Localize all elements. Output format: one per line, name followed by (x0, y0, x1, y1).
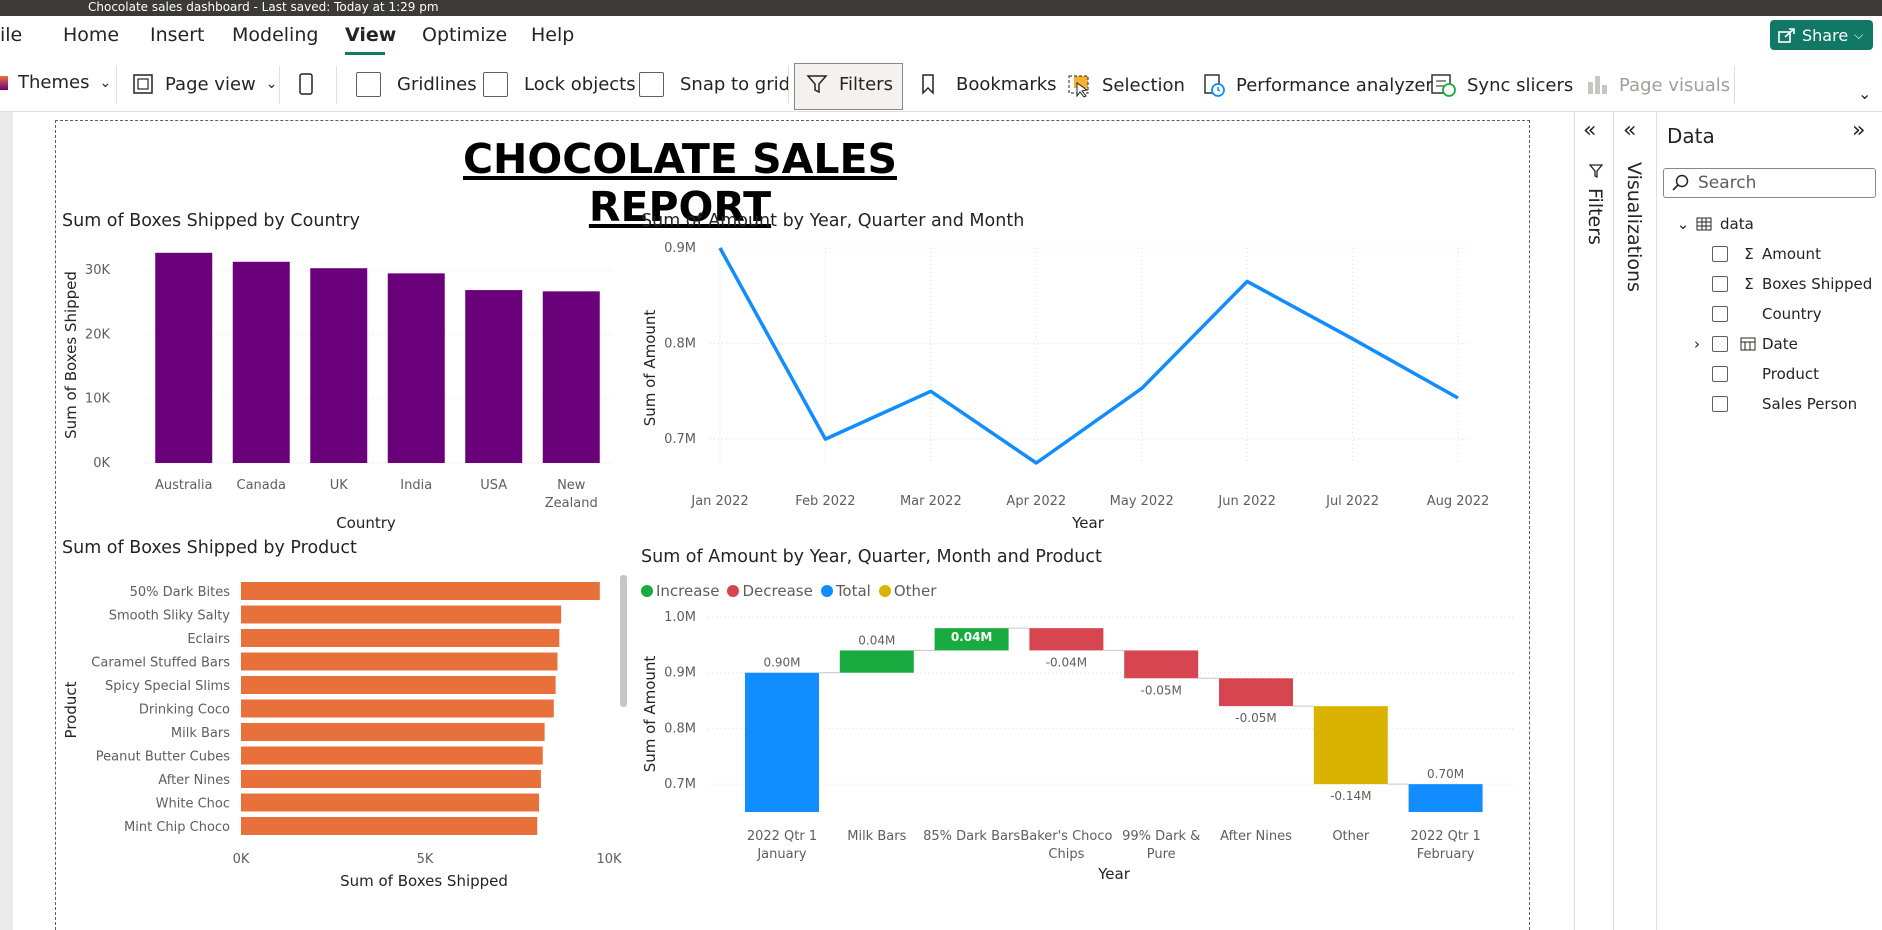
data-label: 0.04M (951, 630, 993, 644)
data-table-item[interactable]: ⌄ data (1674, 215, 1754, 233)
data-search-input[interactable]: Search (1663, 168, 1876, 198)
y-axis-title: Sum of Amount (641, 656, 659, 773)
x-tick-label: 2022 Qtr 1 (747, 829, 817, 844)
data-label: 0.90M (763, 656, 800, 670)
filters-pane[interactable]: « Filters (1574, 112, 1613, 930)
x-tick-label: Baker's Choco (1020, 829, 1112, 844)
data-label: -0.05M (1235, 711, 1276, 725)
field-checkbox[interactable] (1712, 276, 1728, 292)
data-label: -0.05M (1140, 683, 1181, 697)
x-tick-label: 85% Dark Bars (923, 829, 1020, 844)
data-table-label: data (1720, 215, 1754, 233)
data-pane-title: Data (1667, 124, 1715, 148)
field-checkbox[interactable] (1712, 306, 1728, 322)
x-tick-label: 99% Dark & (1122, 829, 1200, 844)
table-icon (1696, 217, 1712, 231)
x-tick-label: After Nines (1220, 829, 1292, 844)
waterfall-bar (745, 672, 819, 812)
field-item-amount[interactable]: Σ Amount (1712, 245, 1821, 263)
calendar-icon (1740, 337, 1756, 351)
sigma-icon: Σ (1744, 245, 1754, 263)
field-label: Product (1762, 365, 1819, 383)
waterfall-bar (1313, 706, 1388, 785)
field-item-sales-person[interactable]: Sales Person (1712, 395, 1857, 413)
x-tick-label: Milk Bars (847, 829, 906, 844)
field-label: Boxes Shipped (1762, 275, 1873, 293)
filter-icon (1588, 164, 1604, 179)
collapse-left-icon[interactable]: « (1623, 118, 1636, 143)
x-tick-label: Chips (1048, 847, 1084, 862)
x-tick-label: Pure (1147, 847, 1176, 862)
field-checkbox[interactable] (1712, 366, 1728, 382)
y-tick-label: 1.0M (664, 610, 696, 625)
waterfall-bar (1219, 678, 1293, 707)
visualizations-pane[interactable]: « Visualizations (1613, 112, 1656, 930)
field-label: Date (1762, 335, 1798, 353)
x-axis-title: Year (1097, 865, 1131, 883)
y-tick-label: 0.9M (664, 666, 696, 681)
visualizations-pane-label: Visualizations (1623, 162, 1645, 292)
filters-pane-label: Filters (1584, 188, 1606, 245)
waterfall-bar (1408, 784, 1483, 812)
field-label: Country (1762, 305, 1822, 323)
x-tick-label: Other (1332, 829, 1370, 844)
data-label: -0.14M (1330, 789, 1371, 803)
field-item-date[interactable]: › Date (1690, 335, 1798, 353)
field-label: Sales Person (1762, 395, 1858, 413)
x-tick-label: February (1417, 847, 1475, 862)
data-label: -0.04M (1046, 655, 1087, 669)
expand-right-icon[interactable]: » (1852, 118, 1865, 143)
waterfall-bar (1124, 650, 1199, 679)
x-tick-label: 2022 Qtr 1 (1410, 829, 1480, 844)
chevron-down-icon[interactable]: ⌄ (1674, 215, 1692, 233)
field-checkbox[interactable] (1712, 336, 1728, 352)
field-checkbox[interactable] (1712, 246, 1728, 262)
field-item-country[interactable]: Country (1712, 305, 1822, 323)
data-label: 0.04M (858, 633, 895, 647)
waterfall-bar (1029, 628, 1104, 651)
y-tick-label: 0.8M (664, 721, 696, 736)
chevron-right-icon[interactable]: › (1690, 335, 1704, 353)
data-label: 0.70M (1427, 767, 1464, 781)
field-label: Amount (1762, 245, 1821, 263)
field-item-product[interactable]: Product (1712, 365, 1819, 383)
collapse-left-icon[interactable]: « (1583, 118, 1596, 143)
field-checkbox[interactable] (1712, 396, 1728, 412)
waterfall-bar (839, 650, 914, 673)
y-tick-label: 0.7M (664, 777, 696, 792)
sigma-icon: Σ (1744, 275, 1754, 293)
x-tick-label: January (756, 847, 807, 862)
search-icon (1672, 174, 1689, 191)
data-pane (1656, 112, 1882, 930)
field-item-boxes-shipped[interactable]: Σ Boxes Shipped (1712, 275, 1872, 293)
search-placeholder: Search (1698, 173, 1757, 193)
